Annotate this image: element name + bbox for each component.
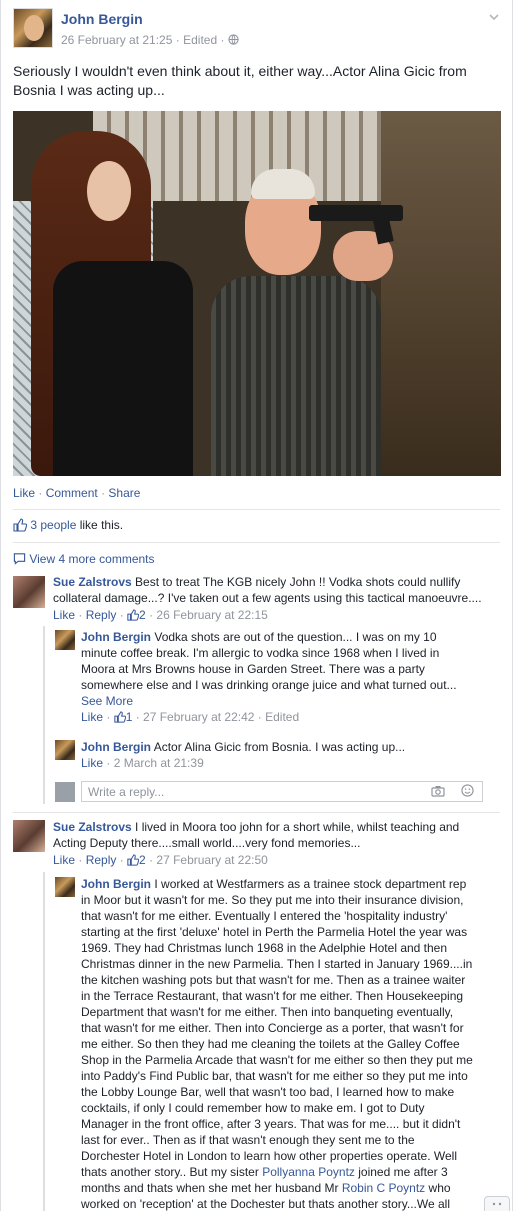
reply: John Bergin I worked at Westfarmers as a… xyxy=(81,876,474,1211)
reply-thread-line xyxy=(43,872,45,1211)
likes-suffix: like this. xyxy=(76,518,124,532)
reply-date[interactable]: 27 February at 22:42 xyxy=(143,710,254,724)
chevron-down-icon[interactable] xyxy=(488,10,500,26)
commenter-name[interactable]: Sue Zalstrovs xyxy=(53,820,132,834)
comment-date[interactable]: 27 February at 22:50 xyxy=(156,853,267,867)
likes-summary: 3 people like this. xyxy=(13,518,123,532)
reply-text: Actor Alina Gicic from Bosnia. I was act… xyxy=(153,740,406,754)
divider xyxy=(13,509,500,510)
like-button[interactable]: Like xyxy=(13,486,35,500)
reply-input[interactable] xyxy=(82,782,412,801)
reply-meta: Like · 1 · 27 February at 22:42 · Edited xyxy=(81,710,300,724)
emoji-icon[interactable] xyxy=(461,784,474,800)
commenter-avatar[interactable] xyxy=(13,576,45,608)
replier-name[interactable]: John Bergin xyxy=(81,740,151,754)
comment-button[interactable]: Comment xyxy=(46,486,98,500)
thumbs-up-icon xyxy=(127,853,140,867)
comment-meta: Like · Reply · 2 · 26 February at 22:15 xyxy=(53,608,268,622)
post-photo[interactable] xyxy=(13,111,501,476)
author-avatar[interactable] xyxy=(13,8,53,48)
reply-meta: Like · 2 March at 21:39 xyxy=(81,756,204,770)
comment-like-button[interactable]: Like xyxy=(53,853,75,867)
camera-icon[interactable] xyxy=(431,785,445,800)
comment: Sue Zalstrovs I lived in Moora too john … xyxy=(53,819,493,868)
reply-like-count[interactable]: 1 xyxy=(126,710,133,724)
comment-date[interactable]: 26 February at 22:15 xyxy=(156,608,267,622)
reply: John Bergin Vodka shots are out of the q… xyxy=(81,629,471,725)
view-more-comments[interactable]: View 4 more comments xyxy=(13,552,155,566)
thumbs-up-icon xyxy=(114,710,126,724)
post-header: John Bergin 26 February at 21:25 · Edite… xyxy=(13,8,500,54)
post-date[interactable]: 26 February at 21:25 xyxy=(61,33,172,47)
comment-bubble-icon xyxy=(13,552,29,566)
share-button[interactable]: Share xyxy=(108,486,140,500)
reply-date[interactable]: 2 March at 21:39 xyxy=(114,756,204,770)
comment-like-button[interactable]: Like xyxy=(53,608,75,622)
reply-edited[interactable]: Edited xyxy=(265,710,299,724)
comment-meta: Like · Reply · 2 · 27 February at 22:50 xyxy=(53,853,268,867)
replier-name[interactable]: John Bergin xyxy=(81,877,151,891)
post-card: John Bergin 26 February at 21:25 · Edite… xyxy=(0,0,513,1211)
reply-text-part: I worked at Westfarmers as a trainee sto… xyxy=(81,877,473,1179)
comment-reply-button[interactable]: Reply xyxy=(86,608,117,622)
comment-like-count[interactable]: 2 xyxy=(139,853,146,867)
likes-count-link[interactable]: 3 people xyxy=(30,518,76,532)
see-more-link[interactable]: See More xyxy=(81,694,133,708)
current-user-avatar xyxy=(55,782,75,802)
post-edited[interactable]: Edited xyxy=(183,33,217,47)
commenter-avatar[interactable] xyxy=(13,820,45,852)
comment-like-count[interactable]: 2 xyxy=(139,608,146,622)
mention-link[interactable]: Pollyanna Poyntz xyxy=(262,1165,355,1179)
divider xyxy=(13,542,500,543)
post-text: Seriously I wouldn't even think about it… xyxy=(13,63,467,98)
author-name-link[interactable]: John Bergin xyxy=(61,11,143,27)
reply: John Bergin Actor Alina Gicic from Bosni… xyxy=(81,739,471,771)
replier-name[interactable]: John Bergin xyxy=(81,630,151,644)
thumbs-up-icon xyxy=(13,518,28,532)
chat-tab-button[interactable] xyxy=(484,1196,510,1211)
mention-link[interactable]: Robin C Poyntz xyxy=(342,1181,425,1195)
globe-icon xyxy=(228,33,239,47)
post-meta: 26 February at 21:25 · Edited · xyxy=(61,33,239,47)
reply-thread-line xyxy=(43,626,45,804)
view-more-comments-label[interactable]: View 4 more comments xyxy=(29,552,154,566)
comment-reply-button[interactable]: Reply xyxy=(86,853,117,867)
reply-like-button[interactable]: Like xyxy=(81,710,103,724)
commenter-name[interactable]: Sue Zalstrovs xyxy=(53,575,132,589)
replier-avatar[interactable] xyxy=(55,740,75,760)
thumbs-up-icon xyxy=(127,608,140,622)
post-actions: Like · Comment · Share xyxy=(13,486,141,500)
divider xyxy=(13,812,500,813)
comment: Sue Zalstrovs Best to treat The KGB nice… xyxy=(53,574,493,623)
reply-like-button[interactable]: Like xyxy=(81,756,103,770)
reply-input-box[interactable] xyxy=(81,781,483,802)
replier-avatar[interactable] xyxy=(55,630,75,650)
replier-avatar[interactable] xyxy=(55,877,75,897)
